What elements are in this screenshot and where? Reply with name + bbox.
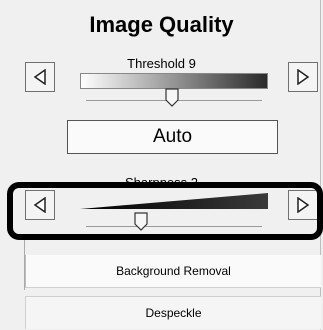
threshold-increase-button[interactable] [288, 62, 318, 92]
auto-button[interactable]: Auto [67, 120, 278, 154]
sharpness-highlight-outline [7, 182, 323, 240]
threshold-decrease-button[interactable] [25, 62, 55, 92]
panel-title: Image Quality [89, 12, 234, 37]
triangle-left-icon [33, 69, 47, 85]
triangle-right-icon [296, 69, 310, 85]
despeckle-option[interactable]: Despeckle [25, 296, 321, 329]
background-removal-option[interactable]: Background Removal [25, 255, 321, 288]
image-quality-panel: Image Quality Threshold 9 Auto Sharpness… [0, 0, 323, 330]
threshold-slider-thumb[interactable] [165, 88, 179, 112]
threshold-gradient-bar [80, 73, 268, 89]
